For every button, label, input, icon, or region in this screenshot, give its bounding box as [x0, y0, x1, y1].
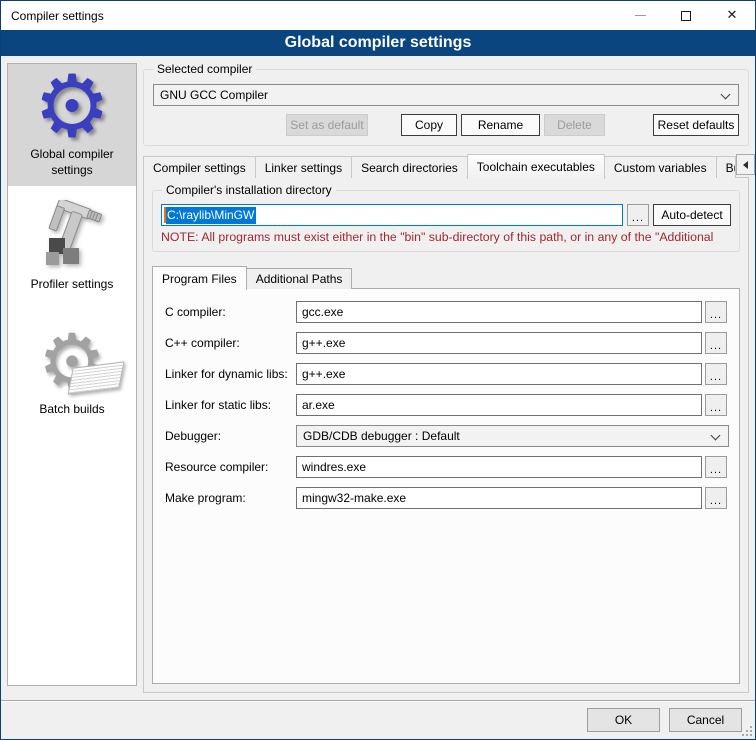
cpp-compiler-browse-button[interactable]: ... — [705, 332, 727, 354]
chevron-down-icon — [711, 431, 721, 441]
tab-toolchain-executables[interactable]: Toolchain executables — [467, 154, 605, 179]
resource-compiler-input[interactable] — [296, 456, 702, 478]
resource-compiler-browse-button[interactable]: ... — [705, 456, 727, 478]
linker-dynamic-label: Linker for dynamic libs: — [163, 367, 293, 381]
gear-paper-stack-icon: ⚙ — [10, 325, 134, 399]
window-title: Compiler settings — [1, 9, 104, 23]
installation-directory-group-label: Compiler's installation directory — [162, 183, 336, 197]
linker-dynamic-browse-button[interactable]: ... — [705, 363, 727, 385]
dialog-footer: OK Cancel — [1, 700, 755, 739]
maximize-button[interactable] — [663, 1, 709, 30]
settings-category-list: ⚙ Global compiler settings — [7, 63, 137, 686]
make-program-label: Make program: — [163, 491, 293, 505]
debugger-select[interactable]: GDB/CDB debugger : Default — [296, 425, 729, 447]
dialog-heading: Global compiler settings — [1, 30, 755, 56]
make-program-browse-button[interactable]: ... — [705, 487, 727, 509]
program-files-page: C compiler: ... C++ compiler: ... Linker… — [152, 288, 740, 684]
tab-scroll-left-button[interactable] — [736, 154, 755, 175]
caption-buttons: ✕ — [617, 1, 755, 30]
tab-compiler-settings[interactable]: Compiler settings — [143, 156, 256, 178]
gear-icon: ⚙ — [10, 70, 134, 144]
settings-tabstrip: Compiler settings Linker settings Search… — [143, 153, 749, 178]
installation-directory-value: C:\raylib\MinGW — [166, 207, 256, 224]
compiler-buttons-row: Set as default Copy Rename Delete Reset … — [153, 114, 739, 136]
tab-linker-settings[interactable]: Linker settings — [255, 156, 352, 178]
toolchain-executables-page: Compiler's installation directory C:\ray… — [143, 177, 749, 693]
tab-custom-variables[interactable]: Custom variables — [604, 156, 717, 178]
auto-detect-button[interactable]: Auto-detect — [653, 204, 731, 226]
tab-build-options-truncated[interactable]: Builc — [716, 156, 736, 178]
main-panel: Selected compiler GNU GCC Compiler Set a… — [143, 63, 749, 693]
chevron-down-icon — [721, 90, 731, 100]
c-compiler-input[interactable] — [296, 301, 702, 323]
c-compiler-browse-button[interactable]: ... — [705, 301, 727, 323]
installation-directory-browse-button[interactable]: ... — [627, 204, 649, 226]
close-icon: ✕ — [727, 9, 738, 22]
installation-directory-row: C:\raylib\MinGW ... Auto-detect — [161, 204, 731, 226]
arrow-left-icon — [739, 161, 748, 169]
cpp-compiler-label: C++ compiler: — [163, 336, 293, 350]
linker-static-label: Linker for static libs: — [163, 398, 293, 412]
compiler-settings-dialog: Compiler settings ✕ Global compiler sett… — [0, 0, 756, 740]
debugger-label: Debugger: — [163, 429, 293, 443]
reset-defaults-button[interactable]: Reset defaults — [653, 114, 739, 136]
caliper-icon — [10, 200, 134, 274]
bin-subdirectory-note: NOTE: All programs must exist either in … — [161, 230, 731, 244]
rename-button[interactable]: Rename — [461, 114, 540, 136]
selected-compiler-group-label: Selected compiler — [153, 62, 256, 76]
linker-static-input[interactable] — [296, 394, 702, 416]
set-as-default-button[interactable]: Set as default — [286, 114, 368, 136]
c-compiler-label: C compiler: — [163, 305, 293, 319]
tab-scroll-buttons — [736, 154, 756, 175]
sidebar-item-profiler-settings[interactable]: Profiler settings — [8, 194, 136, 301]
sidebar-item-global-compiler-settings[interactable]: ⚙ Global compiler settings — [8, 64, 136, 186]
linker-dynamic-input[interactable] — [296, 363, 702, 385]
close-button[interactable]: ✕ — [709, 1, 755, 30]
maximize-icon — [681, 11, 691, 21]
titlebar: Compiler settings ✕ — [1, 1, 755, 30]
sidebar-item-label: Profiler settings — [31, 277, 114, 293]
delete-button[interactable]: Delete — [544, 114, 605, 136]
compiler-select[interactable]: GNU GCC Compiler — [153, 84, 739, 106]
tab-search-directories[interactable]: Search directories — [351, 156, 468, 178]
cancel-button[interactable]: Cancel — [669, 708, 742, 732]
compiler-select-value: GNU GCC Compiler — [160, 88, 268, 102]
sidebar-item-batch-builds[interactable]: ⚙ Batch builds — [8, 319, 136, 426]
program-files-tabstrip: Program Files Additional Paths — [152, 265, 748, 289]
dialog-body: ⚙ Global compiler settings — [1, 56, 755, 739]
make-program-input[interactable] — [296, 487, 702, 509]
tab-additional-paths[interactable]: Additional Paths — [246, 268, 353, 289]
linker-static-browse-button[interactable]: ... — [705, 394, 727, 416]
debugger-select-value: GDB/CDB debugger : Default — [303, 429, 460, 443]
resize-grip[interactable] — [740, 724, 752, 736]
installation-directory-group: Compiler's installation directory C:\ray… — [152, 190, 740, 252]
copy-button[interactable]: Copy — [401, 114, 457, 136]
toolchain-form: C compiler: ... C++ compiler: ... Linker… — [163, 301, 729, 509]
minimize-icon — [635, 15, 646, 16]
dialog-heading-text: Global compiler settings — [285, 34, 472, 52]
ok-button[interactable]: OK — [587, 708, 660, 732]
tab-program-files[interactable]: Program Files — [152, 266, 247, 290]
resource-compiler-label: Resource compiler: — [163, 460, 293, 474]
minimize-button[interactable] — [617, 1, 663, 30]
installation-directory-input[interactable]: C:\raylib\MinGW — [161, 204, 623, 226]
selected-compiler-group: Selected compiler GNU GCC Compiler Set a… — [143, 69, 749, 146]
cpp-compiler-input[interactable] — [296, 332, 702, 354]
